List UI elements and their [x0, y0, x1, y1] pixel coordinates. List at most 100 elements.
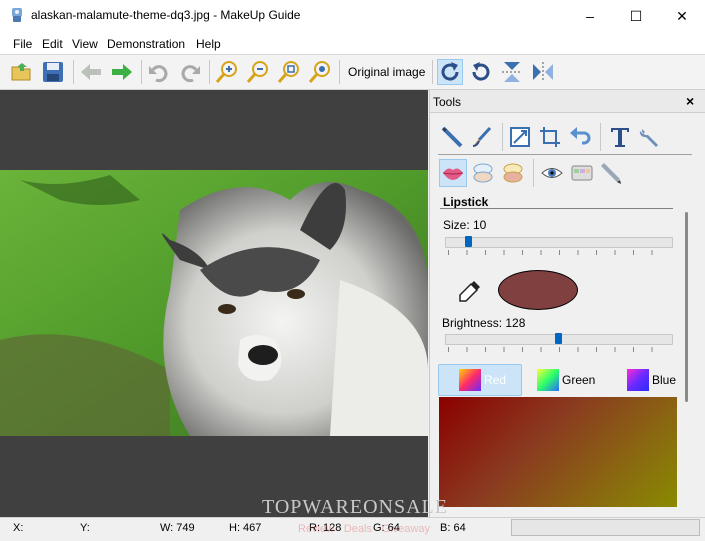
blue-spectrum-icon [627, 369, 649, 391]
toolbar-separator [73, 60, 74, 84]
menu-bar [0, 32, 705, 55]
rotate-ccw-button[interactable] [468, 59, 494, 85]
watermark-tagline: Review · Deals · Giveaway [298, 523, 431, 535]
brightness-slider-thumb[interactable] [555, 333, 562, 344]
eyedropper-icon[interactable] [458, 279, 482, 303]
lipstick-tool-button[interactable] [439, 159, 467, 187]
back-button[interactable] [78, 59, 104, 85]
forward-icon [112, 64, 132, 80]
compact-icon [473, 163, 493, 183]
text-tool-button[interactable] [606, 123, 634, 151]
tab-green[interactable]: Green [537, 364, 617, 396]
pencil-icon [441, 126, 463, 148]
open-button[interactable] [9, 59, 35, 85]
zoom-in-button[interactable] [214, 59, 240, 85]
section-rule [440, 208, 673, 209]
crop-tool-button[interactable] [536, 123, 564, 151]
save-button[interactable] [40, 59, 66, 85]
status-x: X: [13, 522, 24, 534]
eyeliner-pencil-icon [601, 163, 621, 184]
tools-panel: Tools × Lipstick Size: 10 Brightness: 12… [429, 90, 705, 517]
tab-green-label: Green [562, 373, 596, 387]
toolbar-separator [209, 60, 210, 84]
redo-button[interactable] [177, 59, 203, 85]
size-slider-ticks [448, 250, 670, 255]
size-slider-track[interactable] [445, 237, 673, 248]
flip-vertical-button[interactable] [499, 59, 525, 85]
powder-tool-button[interactable] [469, 159, 497, 187]
status-width: W: 749 [160, 522, 195, 534]
eye-icon [541, 168, 563, 178]
zoom-actual-icon [308, 61, 330, 83]
rotate-ccw-icon [472, 62, 490, 81]
red-spectrum-icon [459, 369, 481, 391]
undo-arrow-icon [570, 127, 591, 145]
blush-icon [503, 163, 523, 183]
lipstick-color-swatch[interactable] [498, 270, 578, 310]
image-canvas[interactable] [0, 90, 428, 517]
undo-tool-button[interactable] [566, 123, 594, 151]
zoom-out-button[interactable] [245, 59, 271, 85]
menu-demonstration[interactable]: Demonstration [107, 37, 185, 51]
zoom-fit-icon [277, 61, 299, 83]
resize-tool-button[interactable] [506, 123, 534, 151]
eyeshadow-tool-button[interactable] [568, 159, 596, 187]
toolbar-separator [141, 60, 142, 84]
tab-red[interactable]: Red [438, 364, 522, 396]
watermark-brand: TOPWAREONSALE [262, 496, 448, 518]
tab-red-label: Red [484, 373, 507, 387]
undo-button[interactable] [146, 59, 172, 85]
size-slider-thumb[interactable] [465, 236, 472, 247]
zoom-in-icon [215, 61, 237, 83]
flip-horizontal-button[interactable] [530, 59, 556, 85]
wrench-icon [639, 129, 658, 147]
open-icon [11, 63, 31, 81]
pencil-tool-button[interactable] [438, 123, 466, 151]
brush-tool-button[interactable] [468, 123, 496, 151]
dog-photo [0, 170, 428, 436]
redo-icon [181, 65, 200, 83]
tool-separator [502, 123, 503, 151]
eye-tool-button[interactable] [538, 159, 566, 187]
tools-panel-close-button[interactable]: × [686, 93, 694, 109]
app-icon [12, 8, 22, 22]
brightness-label: Brightness: 128 [442, 316, 526, 330]
flip-vertical-icon [502, 62, 522, 82]
text-icon [611, 128, 629, 147]
tool-separator [600, 123, 601, 151]
original-image-button[interactable]: Original image [345, 60, 428, 84]
toolbar-separator [339, 60, 340, 84]
close-window-button[interactable]: ✕ [659, 0, 705, 32]
back-icon [81, 64, 101, 80]
status-height: H: 467 [229, 522, 262, 534]
zoom-fit-button[interactable] [276, 59, 302, 85]
settings-tool-button[interactable] [636, 123, 664, 151]
minimize-button[interactable]: – [567, 0, 613, 32]
green-spectrum-icon [537, 369, 559, 391]
menu-file[interactable]: File [13, 37, 32, 51]
tool-separator [533, 159, 534, 187]
window-title: alaskan-malamute-theme-dq3.jpg - MakeUp … [31, 8, 301, 22]
tools-divider [438, 154, 692, 155]
eyeliner-tool-button[interactable] [598, 159, 626, 187]
color-gradient-picker[interactable] [439, 397, 677, 507]
flip-horizontal-icon [533, 62, 553, 82]
brightness-slider-ticks [448, 347, 670, 352]
zoom-actual-button[interactable] [307, 59, 333, 85]
rotate-cw-icon [441, 62, 459, 81]
rotate-cw-button[interactable] [437, 59, 463, 85]
tools-scrollbar[interactable] [685, 212, 688, 402]
brush-icon [472, 126, 492, 147]
forward-button[interactable] [109, 59, 135, 85]
menu-help[interactable]: Help [196, 37, 221, 51]
menu-edit[interactable]: Edit [42, 37, 63, 51]
menu-view[interactable]: View [72, 37, 98, 51]
status-blue: B: 64 [440, 522, 466, 534]
tools-panel-header [430, 90, 705, 113]
toolbar-separator [432, 60, 433, 84]
section-title: Lipstick [443, 195, 489, 209]
blush-tool-button[interactable] [499, 159, 527, 187]
maximize-button[interactable]: ☐ [613, 0, 659, 32]
crop-icon [540, 127, 560, 147]
status-progress [511, 519, 700, 536]
